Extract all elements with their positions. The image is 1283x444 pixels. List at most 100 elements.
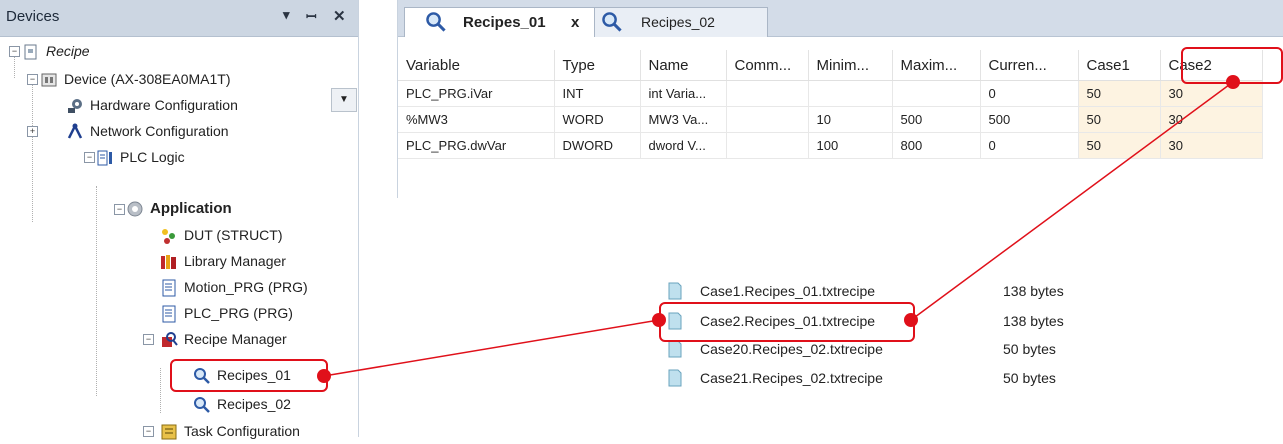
tree-item-label: Library Manager xyxy=(184,253,286,269)
tree-item-label: Motion_PRG (PRG) xyxy=(184,279,308,295)
file-icon xyxy=(668,369,682,387)
table-cell[interactable]: 30 xyxy=(1160,132,1263,159)
table-cell[interactable]: 30 xyxy=(1160,106,1263,133)
table-cell[interactable]: MW3 Va... xyxy=(640,106,727,133)
file-row[interactable]: Case21.Recipes_02.txtrecipe 50 bytes xyxy=(660,365,1130,391)
file-name: Case1.Recipes_01.txtrecipe xyxy=(700,283,876,299)
devices-title: Devices xyxy=(6,8,60,25)
table-cell[interactable] xyxy=(726,80,809,107)
tab-bar: Recipes_01 x Recipes_02 xyxy=(398,0,1283,37)
magnifier-icon xyxy=(426,12,446,32)
plc-logic-icon xyxy=(97,150,112,166)
file-size: 50 bytes xyxy=(1003,370,1056,386)
table-cell[interactable]: 0 xyxy=(980,132,1079,159)
tree-item-recipe[interactable]: Recipe xyxy=(22,38,90,64)
tree-item-motion-prg[interactable]: Motion_PRG (PRG) xyxy=(160,274,308,300)
table-cell[interactable] xyxy=(808,80,893,107)
table-cell[interactable]: dword V... xyxy=(640,132,727,159)
table-cell[interactable] xyxy=(726,132,809,159)
column-header[interactable]: Maxim... xyxy=(892,50,981,81)
tree-item-label: Hardware Configuration xyxy=(90,97,238,113)
table-cell[interactable]: 50 xyxy=(1078,106,1161,133)
column-header[interactable]: Type xyxy=(554,50,641,81)
file-icon xyxy=(668,282,682,300)
tree-item-label: Recipe Manager xyxy=(184,331,287,347)
collapse-toggle[interactable]: − xyxy=(27,74,38,85)
table-cell[interactable]: DWORD xyxy=(554,132,641,159)
column-header[interactable]: Case1 xyxy=(1078,50,1161,81)
table-cell[interactable]: %MW3 xyxy=(398,106,555,133)
table-cell[interactable]: 50 xyxy=(1078,132,1161,159)
collapse-toggle[interactable]: − xyxy=(143,334,154,345)
tree-item-label: PLC Logic xyxy=(120,149,185,165)
tree-item-label: Recipes_02 xyxy=(217,396,291,412)
table-cell[interactable]: WORD xyxy=(554,106,641,133)
tab-close-icon[interactable]: x xyxy=(571,8,579,37)
collapse-toggle[interactable]: − xyxy=(143,426,154,437)
magnifier-icon xyxy=(194,397,210,414)
recipe-table: Variable Type Name Comm... Minim... Maxi… xyxy=(398,50,1263,159)
tree-item-task-configuration[interactable]: Task Configuration xyxy=(160,418,300,444)
tree-item-recipe-manager[interactable]: Recipe Manager xyxy=(160,326,287,352)
dut-icon xyxy=(162,229,175,245)
collapse-toggle[interactable]: − xyxy=(84,152,95,163)
device-icon xyxy=(41,73,57,87)
tree-item-network-configuration[interactable]: Network Configuration xyxy=(66,118,229,144)
tree-item-library-manager[interactable]: Library Manager xyxy=(160,248,286,274)
table-cell[interactable]: 500 xyxy=(892,106,981,133)
dropdown-icon[interactable]: ▾ xyxy=(283,7,290,23)
tree-item-plc-prg[interactable]: PLC_PRG (PRG) xyxy=(160,300,293,326)
table-header-row: Variable Type Name Comm... Minim... Maxi… xyxy=(398,50,1263,81)
expand-toggle[interactable]: + xyxy=(27,126,38,137)
collapse-toggle[interactable]: − xyxy=(114,204,125,215)
table-cell[interactable]: PLC_PRG.dwVar xyxy=(398,132,555,159)
highlight-case2-file xyxy=(659,302,915,342)
network-icon xyxy=(67,123,83,139)
tab-label: Recipes_01 xyxy=(463,14,546,31)
column-header[interactable]: Comm... xyxy=(726,50,809,81)
tab-label: Recipes_02 xyxy=(641,14,715,30)
table-cell[interactable] xyxy=(892,80,981,107)
tab-recipes-02[interactable]: Recipes_02 xyxy=(594,7,768,37)
tree-item-plc-logic[interactable]: PLC Logic xyxy=(96,144,185,170)
table-cell[interactable]: 800 xyxy=(892,132,981,159)
table-cell[interactable]: 0 xyxy=(980,80,1079,107)
column-header[interactable]: Minim... xyxy=(808,50,893,81)
table-cell[interactable]: PLC_PRG.iVar xyxy=(398,80,555,107)
table-row: PLC_PRG.dwVar DWORD dword V... 100 800 0… xyxy=(398,132,1263,159)
task-icon xyxy=(161,424,177,440)
collapse-toggle[interactable]: − xyxy=(9,46,20,57)
program-icon xyxy=(162,305,176,323)
project-icon xyxy=(24,44,37,60)
column-header[interactable]: Variable xyxy=(398,50,555,81)
scroll-down-button[interactable]: ▼ xyxy=(331,88,357,112)
column-header[interactable]: Name xyxy=(640,50,727,81)
column-header[interactable]: Curren... xyxy=(980,50,1079,81)
tree-item-dut[interactable]: DUT (STRUCT) xyxy=(160,222,283,248)
table-cell[interactable]: INT xyxy=(554,80,641,107)
tree-item-application[interactable]: Application xyxy=(126,196,232,222)
recipe-editor: Recipes_01 x Recipes_02 Variable Type Na… xyxy=(397,0,1283,198)
tab-recipes-01[interactable]: Recipes_01 x xyxy=(404,7,596,37)
close-icon[interactable]: ✕ xyxy=(333,7,346,25)
tree-item-recipes-02[interactable]: Recipes_02 xyxy=(193,391,291,417)
tree-item-hardware-configuration[interactable]: Hardware Configuration xyxy=(66,92,238,118)
file-size: 138 bytes xyxy=(1003,313,1064,329)
table-cell[interactable]: 100 xyxy=(808,132,893,159)
file-row[interactable]: Case1.Recipes_01.txtrecipe 138 bytes xyxy=(660,278,1130,304)
table-cell[interactable]: 30 xyxy=(1160,80,1263,107)
tree-item-device[interactable]: Device (AX-308EA0MA1T) xyxy=(40,66,231,92)
tree-item-label: Application xyxy=(150,200,232,217)
table-cell[interactable]: 50 xyxy=(1078,80,1161,107)
table-row: PLC_PRG.iVar INT int Varia... 0 50 30 xyxy=(398,80,1263,107)
application-icon xyxy=(127,201,143,217)
tree-item-label: Device (AX-308EA0MA1T) xyxy=(64,71,231,87)
file-icon xyxy=(668,340,682,358)
table-cell[interactable]: 10 xyxy=(808,106,893,133)
table-cell[interactable]: int Varia... xyxy=(640,80,727,107)
pin-icon[interactable]: ꟷ xyxy=(306,7,317,25)
magnifier-icon xyxy=(602,12,622,32)
table-cell[interactable] xyxy=(726,106,809,133)
tree-item-label: DUT (STRUCT) xyxy=(184,227,283,243)
table-cell[interactable]: 500 xyxy=(980,106,1079,133)
